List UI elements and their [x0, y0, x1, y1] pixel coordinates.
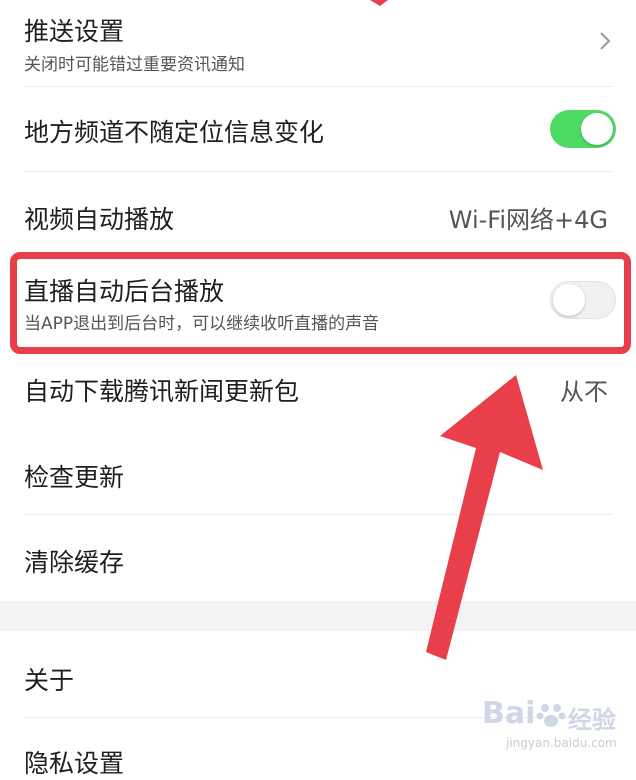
- push-settings-row[interactable]: 推送设置 关闭时可能错过重要资讯通知: [0, 0, 636, 86]
- about-title: 关于: [24, 666, 75, 695]
- baidu-jingyan-watermark: Bai 经验 jingyan.baidu.com: [478, 696, 618, 756]
- auto-download-value: 从不: [560, 378, 608, 406]
- push-settings-subtitle: 关闭时可能错过重要资讯通知: [24, 55, 245, 75]
- chevron-right-icon: [600, 32, 611, 50]
- check-update-title: 检查更新: [24, 463, 125, 492]
- check-update-row[interactable]: 检查更新: [0, 430, 636, 514]
- annotation-highlight-box: [10, 252, 631, 354]
- local-channel-toggle[interactable]: [550, 110, 616, 148]
- video-autoplay-row[interactable]: 视频自动播放 Wi-Fi网络+4G: [0, 172, 636, 256]
- watermark-brand-cn: 经验: [568, 706, 616, 734]
- toggle-knob: [581, 113, 613, 145]
- video-autoplay-value: Wi-Fi网络+4G: [448, 206, 608, 234]
- local-channel-title: 地方频道不随定位信息变化: [24, 118, 325, 147]
- section-gap: [0, 601, 636, 631]
- push-settings-title: 推送设置: [24, 17, 125, 46]
- local-channel-row: 地方频道不随定位信息变化: [0, 87, 636, 171]
- clear-cache-title: 清除缓存: [24, 548, 125, 577]
- clear-cache-row[interactable]: 清除缓存: [0, 515, 636, 601]
- video-autoplay-title: 视频自动播放: [24, 205, 175, 234]
- privacy-title: 隐私设置: [24, 749, 125, 778]
- paw-icon: [536, 704, 566, 727]
- watermark-url: jingyan.baidu.com: [506, 736, 617, 750]
- watermark-brand: Bai: [482, 696, 536, 731]
- auto-download-title: 自动下载腾讯新闻更新包: [24, 377, 300, 406]
